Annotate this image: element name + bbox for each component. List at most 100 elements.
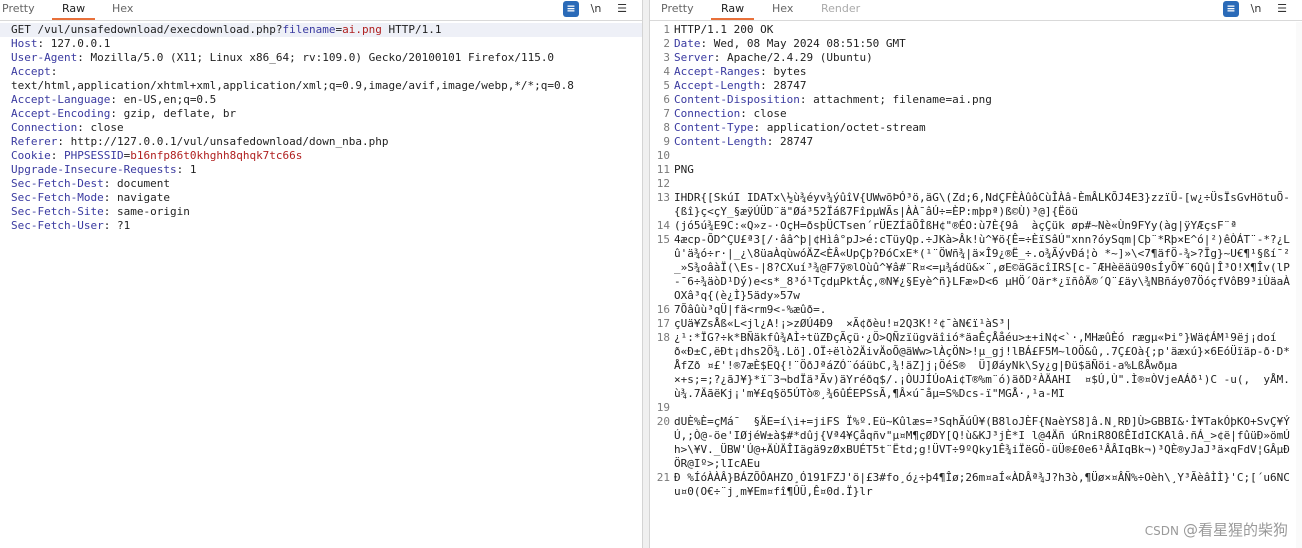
line-number: 1 [663,23,670,36]
code-line: 10 [650,149,1302,163]
code-line: 17 çUä¥ZsÅß«L<jl¿A!¡>zØÚ4Ð9 ×Ã¢ðèu!¤2Q3K!… [650,317,1302,331]
line-number: 19 [656,401,670,414]
code-line: 21 Ð %ÍóÀÀÂ}BÁZÕÔAHZO¸Ó191FZJ'ö|£3#fo¸ó¿÷… [650,471,1302,499]
header-name: Connection [11,121,78,134]
code-line: 12 [650,177,1302,191]
newline-toggle-button[interactable]: \n [588,1,604,17]
code-line: 14 (jó5ú¾E9C:«Q»z-·OçH=ðsþÜCTsen´rÜEZÍäÕÎ… [650,219,1302,233]
line-number [650,373,674,401]
text-segment: : 127.0.0.1 [37,37,111,50]
param-name: filename [282,23,336,36]
response-scrollbar[interactable] [1296,22,1302,548]
text-segment: : Mozilla/5.0 (X11; Linux x86_64; rv:109… [77,51,555,64]
request-tabbar: Pretty Raw Hex ≡ \n ☰ [0,0,642,21]
text-segment: GET /vul/unsafedownload/execdownload.php… [11,23,283,36]
header-name: Host [11,37,38,50]
line-content: dUÈ%È=çMá¯ §ÄE=í\i+=jiFS Ï%º.Eü~Kûlæs=³S… [674,415,1302,471]
line-number [0,23,9,37]
line-number: 20 [656,415,670,428]
text-segment: : same-origin [103,205,190,218]
text-segment: text/html,application/xhtml+xml,applicat… [11,79,574,92]
text-segment: : application/octet-stream [753,121,926,134]
text-segment: ¿¹:*ÏG?÷k*BÑäkfû¾AÌ÷tüZÐçÃçü·¿Ö>QÑzïügvä… [674,331,1290,372]
list-lines-icon[interactable]: ≡ [563,1,579,17]
line-number [0,121,9,135]
menu-icon[interactable]: ☰ [1274,1,1290,17]
text-segment: PNG [674,163,694,176]
header-name: Connection [674,107,741,120]
tab-hex[interactable]: Hex [112,2,133,16]
line-content: Connection: close [9,121,642,135]
line-content: Content-Length: 28747 [674,135,1302,149]
line-number: 21 [656,471,670,484]
newline-toggle-button[interactable]: \n [1248,1,1264,17]
code-line: Referer: http://127.0.0.1/vul/unsafedown… [0,135,642,149]
line-content: IHDR{[SkúI IDATx\½ù¾éyv¾ýûîV{UWwõÞÓ³ö,äG… [674,191,1302,219]
line-content: Sec-Fetch-User: ?1 [9,219,642,233]
header-name: Accept-Language [11,93,111,106]
text-segment: IHDR{[SkúI IDATx\½ù¾éyv¾ýûîV{UWwõÞÓ³ö,äG… [674,191,1290,218]
text-segment: : Apache/2.4.29 (Ubuntu) [713,51,873,64]
code-line: Sec-Fetch-User: ?1 [0,219,642,233]
code-line: 7 Connection: close [650,107,1302,121]
line-content [674,149,1302,163]
line-number: 15 [656,233,670,246]
text-segment: : [50,149,64,162]
pane-divider[interactable] [642,0,650,548]
line-content: GET /vul/unsafedownload/execdownload.php… [9,23,642,37]
tab-raw[interactable]: Raw [51,2,96,20]
text-segment: çUä¥ZsÅß«L<jl¿A!¡>zØÚ4Ð9 ×Ã¢ðèu!¤2Q3K!²¢… [674,317,1012,330]
line-content: Host: 127.0.0.1 [9,37,642,51]
line-number [0,107,9,121]
code-line: 11 PNG [650,163,1302,177]
line-number: 12 [656,177,670,190]
line-number: 16 [656,303,670,316]
text-segment: : 1 [176,163,197,176]
text-segment: : Wed, 08 May 2024 08:51:50 GMT [700,37,906,50]
tab-hex[interactable]: Hex [772,2,793,16]
header-name: Accept-Ranges [674,65,761,78]
menu-icon[interactable]: ☰ [614,1,630,17]
code-line: Accept-Language: en-US,en;q=0.5 [0,93,642,107]
text-segment: : bytes [760,65,807,78]
header-name: Date [674,37,701,50]
text-segment: : attachment; filename=ai.png [799,93,992,106]
code-line: 5 Accept-Length: 28747 [650,79,1302,93]
code-line: Sec-Fetch-Site: same-origin [0,205,642,219]
text-segment: 4æcp-ÕD^ÇU£ª3[/·ââ^þ|¢Hìâ°pJ>é:cTüyQp.÷J… [674,233,1290,302]
list-lines-icon[interactable]: ≡ [1223,1,1239,17]
text-segment: : [50,65,58,78]
code-line [0,247,642,261]
code-line: text/html,application/xhtml+xml,applicat… [0,79,642,93]
tab-render[interactable]: Render [821,2,860,16]
text-segment: : en-US,en;q=0.5 [110,93,217,106]
line-content [674,177,1302,191]
header-name: Sec-Fetch-Mode [11,191,104,204]
header-name: Content-Disposition [674,93,800,106]
text-segment: HTTP/1.1 [381,23,442,36]
tab-pretty[interactable]: Pretty [2,2,35,16]
line-number: 2 [663,37,670,50]
header-name: Upgrade-Insecure-Requests [11,163,177,176]
header-name: Accept [11,65,51,78]
code-line: 1 HTTP/1.1 200 OK [650,23,1302,37]
line-number [0,163,9,177]
tab-pretty[interactable]: Pretty [661,2,694,16]
tab-raw[interactable]: Raw [710,2,755,20]
text-segment: : http://127.0.0.1/vul/unsafedownload/do… [57,135,389,148]
text-segment: : 28747 [766,135,814,148]
response-raw-editor[interactable]: 1 HTTP/1.1 200 OK 2 Date: Wed, 08 May 2024 … [650,23,1302,499]
code-line: 15 4æcp-ÕD^ÇU£ª3[/·ââ^þ|¢Hìâ°pJ>é:cTüyQp.… [650,233,1302,303]
response-tabbar: Pretty Raw Hex Render ≡ \n ☰ [650,0,1302,21]
text-segment: : ?1 [103,219,131,232]
request-editor-pane: Pretty Raw Hex ≡ \n ☰ GET /vul/unsafedow… [0,0,642,548]
code-line: Connection: close [0,121,642,135]
line-number [0,65,9,79]
header-name: Sec-Fetch-User [11,219,104,232]
code-line: 2 Date: Wed, 08 May 2024 08:51:50 GMT [650,37,1302,51]
request-raw-editor[interactable]: GET /vul/unsafedownload/execdownload.php… [0,23,642,261]
text-segment: Ð %ÍóÀÀÂ}BÁZÕÔAHZO¸Ó191FZJ'ö|£3#fo¸ó¿÷þ4… [674,471,1290,498]
line-content: Accept-Language: en-US,en;q=0.5 [9,93,642,107]
line-number: 17 [656,317,670,330]
param-value: ai.png [342,23,382,36]
